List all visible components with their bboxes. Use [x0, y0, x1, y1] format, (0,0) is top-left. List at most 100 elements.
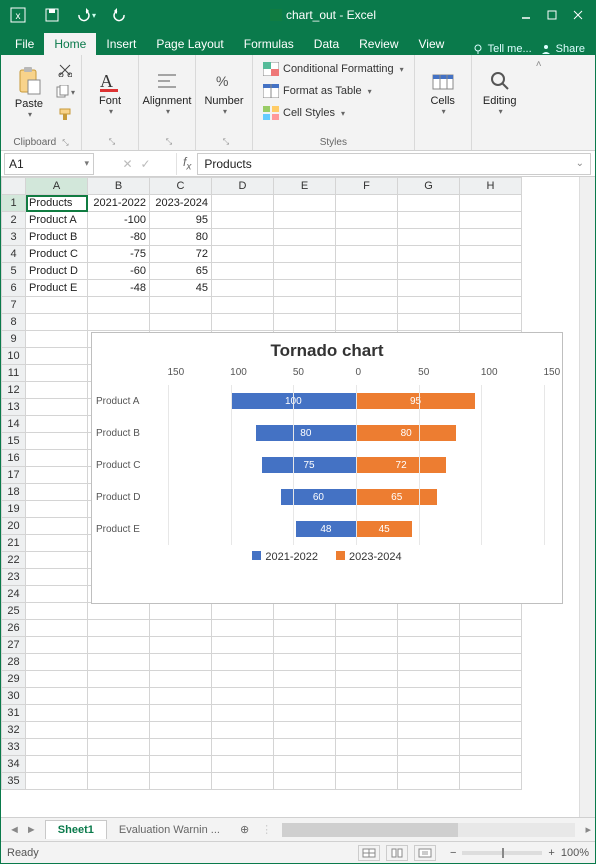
minimize-icon[interactable]: [513, 3, 539, 27]
cell[interactable]: [26, 416, 88, 433]
zoom-in-icon[interactable]: +: [548, 847, 554, 859]
cell[interactable]: [274, 229, 336, 246]
enter-formula-icon[interactable]: ✓: [141, 157, 151, 171]
row-header[interactable]: 20: [2, 518, 26, 535]
cell[interactable]: [26, 365, 88, 382]
column-header[interactable]: C: [150, 178, 212, 195]
row-header[interactable]: 22: [2, 552, 26, 569]
cell[interactable]: [26, 552, 88, 569]
cell[interactable]: [336, 654, 398, 671]
cell[interactable]: [460, 314, 522, 331]
cell[interactable]: [460, 246, 522, 263]
cell[interactable]: [336, 603, 398, 620]
cell-styles-button[interactable]: Cell Styles▾: [259, 103, 349, 123]
row-header[interactable]: 10: [2, 348, 26, 365]
cell[interactable]: -75: [88, 246, 150, 263]
row-header[interactable]: 12: [2, 382, 26, 399]
cell[interactable]: [88, 603, 150, 620]
cell[interactable]: [460, 603, 522, 620]
cell[interactable]: [212, 297, 274, 314]
cell[interactable]: [150, 654, 212, 671]
cell[interactable]: [336, 297, 398, 314]
cell[interactable]: [88, 297, 150, 314]
dialog-launcher-icon[interactable]: ⤡: [223, 137, 229, 147]
cell[interactable]: [398, 739, 460, 756]
format-painter-icon[interactable]: [55, 105, 75, 123]
cells-button[interactable]: Cells▾: [421, 59, 465, 125]
cell[interactable]: [398, 688, 460, 705]
cell[interactable]: [460, 705, 522, 722]
row-header[interactable]: 19: [2, 501, 26, 518]
cell[interactable]: 45: [150, 280, 212, 297]
row-header[interactable]: 7: [2, 297, 26, 314]
column-header[interactable]: E: [274, 178, 336, 195]
cell[interactable]: -48: [88, 280, 150, 297]
fx-icon[interactable]: fx: [177, 155, 197, 172]
normal-view-icon[interactable]: [358, 845, 380, 861]
cell[interactable]: [26, 603, 88, 620]
row-header[interactable]: 27: [2, 637, 26, 654]
cell[interactable]: [150, 297, 212, 314]
sheet-nav-prev-icon[interactable]: ◄: [9, 824, 20, 836]
cell[interactable]: [398, 212, 460, 229]
tab-insert[interactable]: Insert: [96, 33, 146, 55]
cell[interactable]: [26, 467, 88, 484]
cell[interactable]: [88, 637, 150, 654]
cell[interactable]: [336, 756, 398, 773]
cell[interactable]: [274, 280, 336, 297]
cell[interactable]: [26, 637, 88, 654]
cell[interactable]: [398, 603, 460, 620]
cell[interactable]: 65: [150, 263, 212, 280]
cell[interactable]: Product C: [26, 246, 88, 263]
cell[interactable]: [274, 654, 336, 671]
row-header[interactable]: 6: [2, 280, 26, 297]
name-box[interactable]: A1▾: [4, 153, 94, 175]
tab-file[interactable]: File: [5, 33, 44, 55]
cell[interactable]: [26, 433, 88, 450]
cell[interactable]: [336, 620, 398, 637]
cell[interactable]: [336, 637, 398, 654]
cell[interactable]: [274, 314, 336, 331]
maximize-icon[interactable]: [539, 3, 565, 27]
cell[interactable]: [212, 756, 274, 773]
cell[interactable]: [26, 399, 88, 416]
select-all-corner[interactable]: [2, 178, 26, 195]
cell[interactable]: [274, 212, 336, 229]
cell[interactable]: [460, 212, 522, 229]
cell[interactable]: [212, 229, 274, 246]
cell[interactable]: [398, 773, 460, 790]
vertical-scrollbar[interactable]: [579, 177, 595, 817]
conditional-formatting-button[interactable]: Conditional Formatting▾: [259, 59, 408, 79]
dialog-launcher-icon[interactable]: ⤡: [62, 138, 68, 148]
cell[interactable]: [26, 535, 88, 552]
row-header[interactable]: 16: [2, 450, 26, 467]
save-icon[interactable]: [39, 3, 65, 27]
cell[interactable]: [336, 739, 398, 756]
alignment-button[interactable]: Alignment▾: [145, 59, 189, 125]
cell[interactable]: [336, 212, 398, 229]
cell[interactable]: [460, 195, 522, 212]
cell[interactable]: [88, 671, 150, 688]
share-button[interactable]: Share: [540, 43, 585, 55]
cell[interactable]: [460, 671, 522, 688]
embedded-chart[interactable]: Tornado chart 15010050050100150 Product …: [91, 332, 563, 604]
cell[interactable]: [398, 722, 460, 739]
cell[interactable]: 72: [150, 246, 212, 263]
cell[interactable]: [398, 637, 460, 654]
cell[interactable]: [398, 620, 460, 637]
cell[interactable]: [274, 620, 336, 637]
cell[interactable]: [336, 280, 398, 297]
cell[interactable]: [212, 280, 274, 297]
cell[interactable]: [26, 671, 88, 688]
column-header[interactable]: A: [26, 178, 88, 195]
row-header[interactable]: 35: [2, 773, 26, 790]
cell[interactable]: [26, 688, 88, 705]
cell[interactable]: [336, 705, 398, 722]
cell[interactable]: [26, 484, 88, 501]
row-header[interactable]: 21: [2, 535, 26, 552]
cell[interactable]: [88, 739, 150, 756]
cell[interactable]: [398, 671, 460, 688]
cell[interactable]: [88, 773, 150, 790]
tab-formulas[interactable]: Formulas: [234, 33, 304, 55]
cell[interactable]: [212, 739, 274, 756]
